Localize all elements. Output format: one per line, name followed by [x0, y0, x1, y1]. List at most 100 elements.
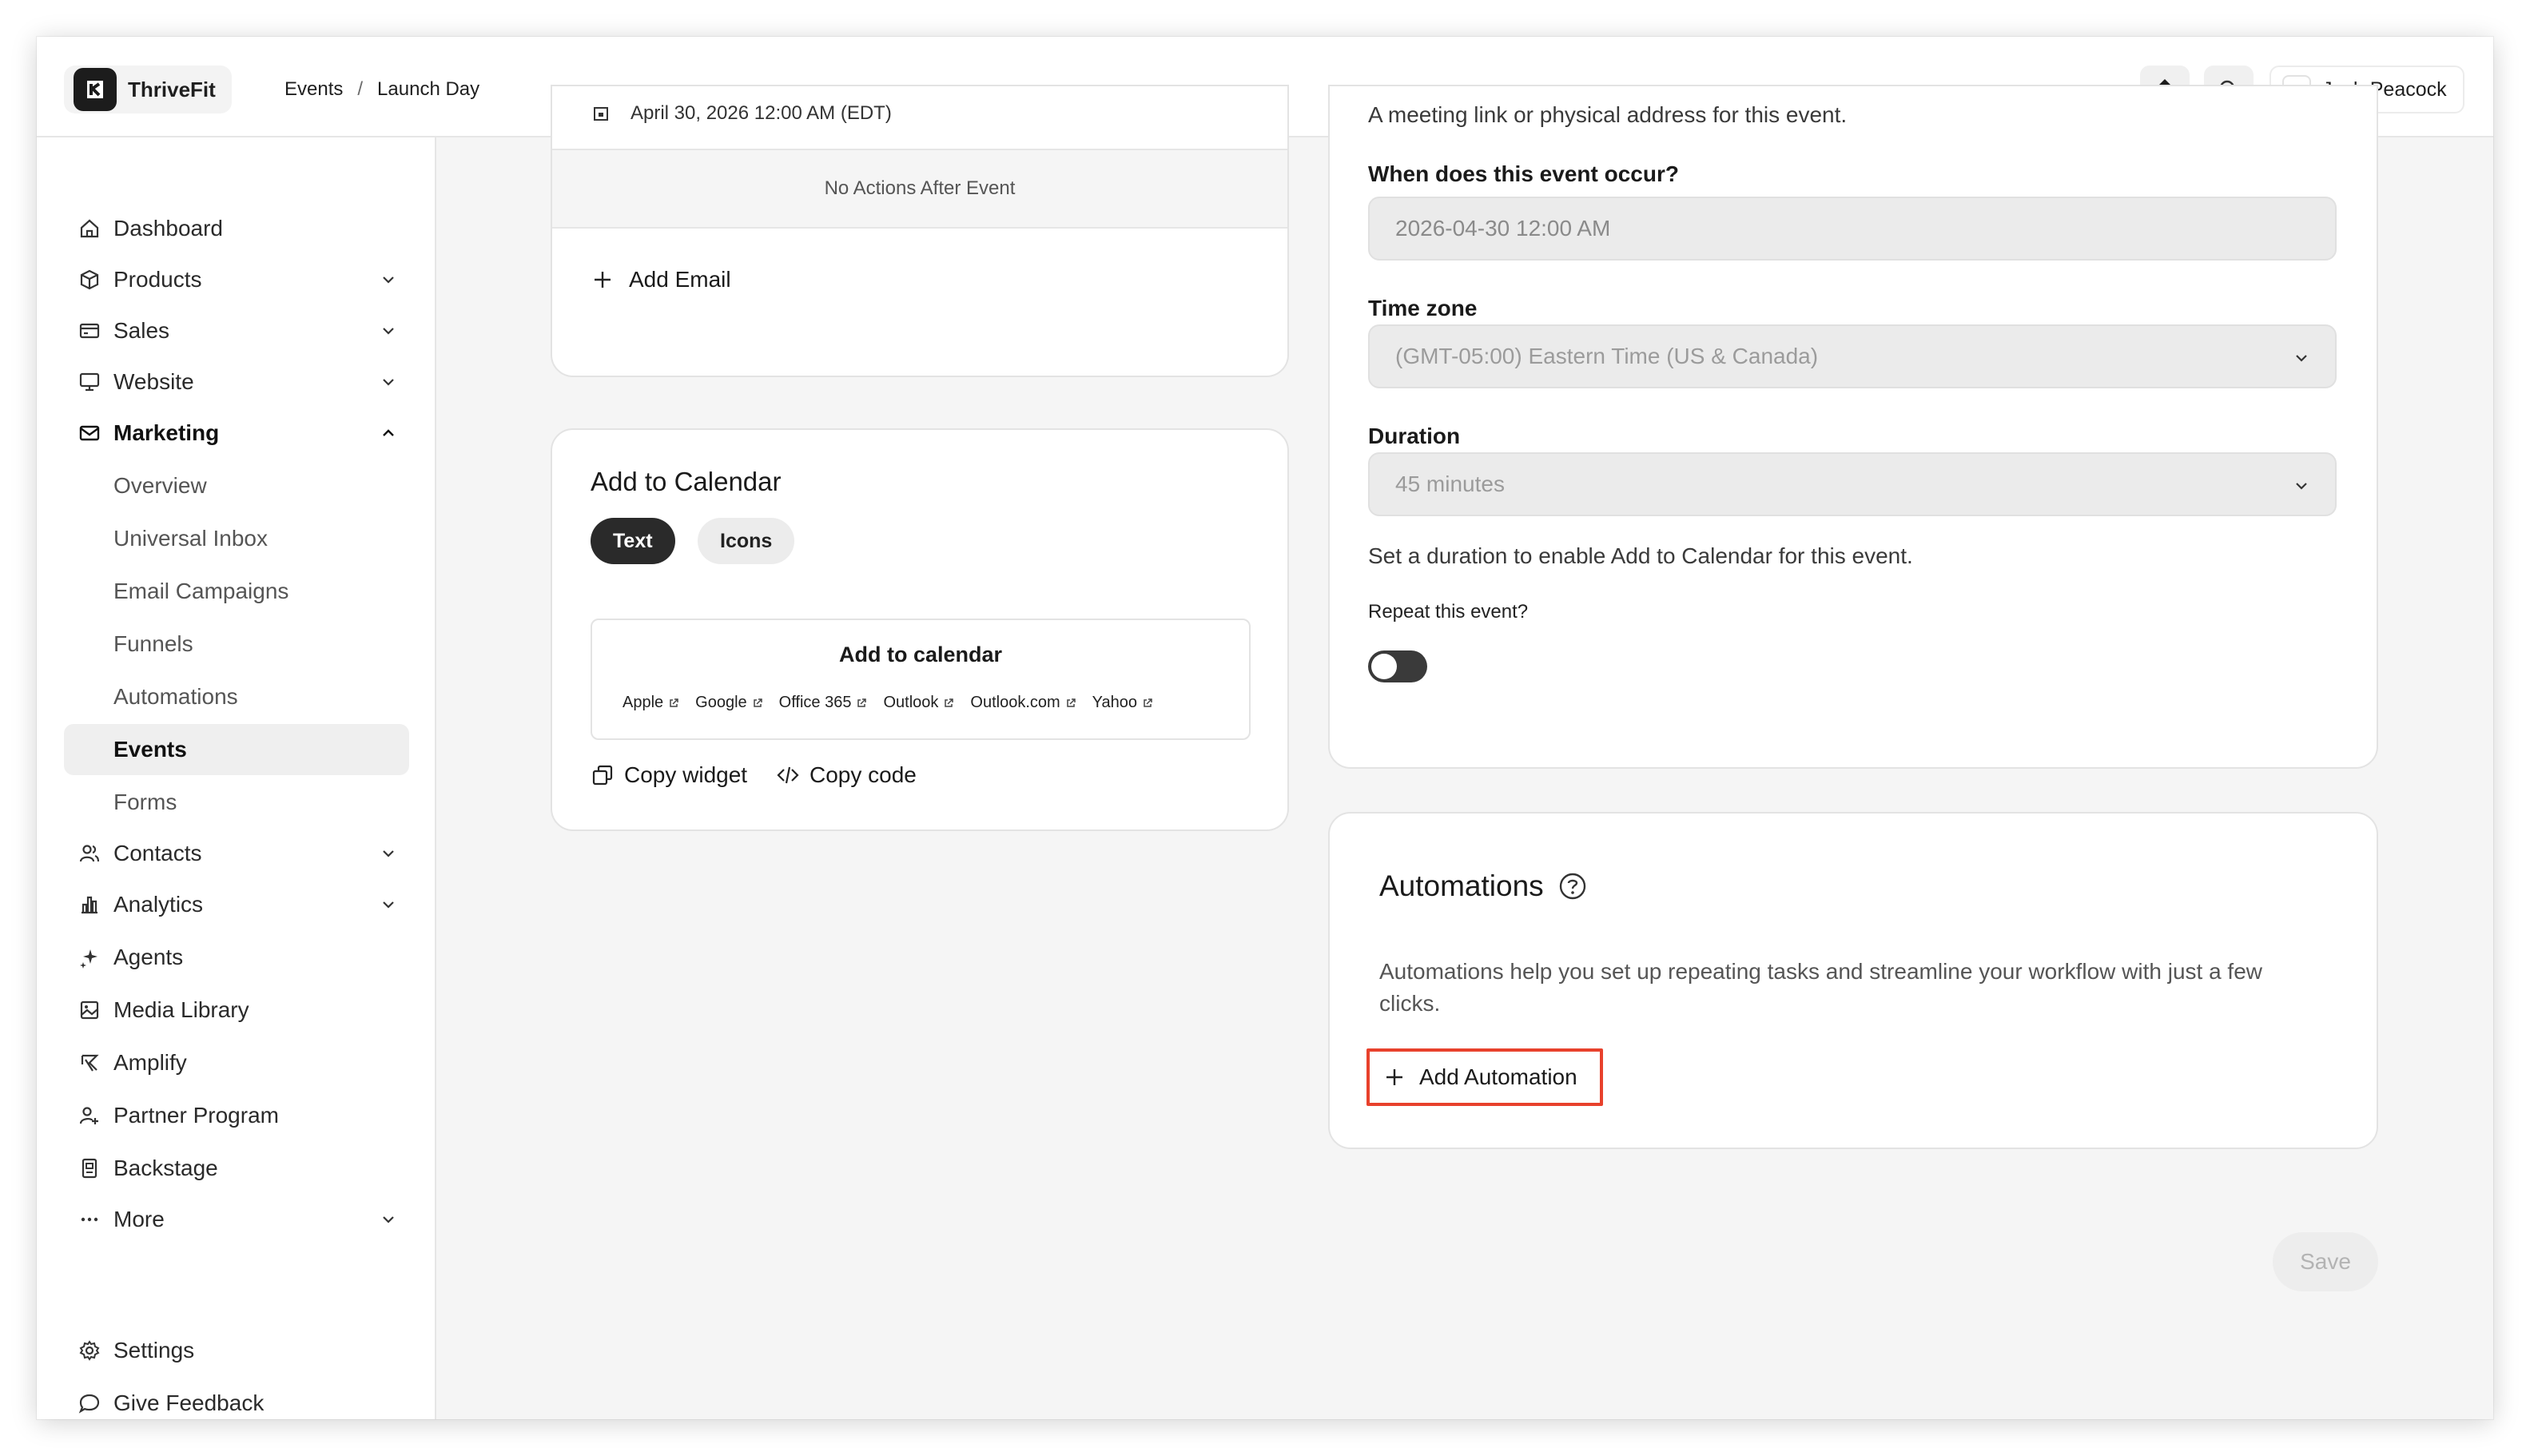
automations-header: Automations — [1379, 869, 1587, 903]
event-datetime-value: 2026-04-30 12:00 AM — [1395, 216, 1611, 241]
add-automation-button[interactable]: Add Automation — [1366, 1048, 1603, 1106]
event-date-text: April 30, 2026 12:00 AM (EDT) — [631, 102, 892, 124]
widget-title: Add to calendar — [838, 642, 1003, 666]
provider-link-apple[interactable]: Apple — [623, 694, 679, 712]
breadcrumb-events[interactable]: Events — [284, 78, 343, 101]
save-button[interactable]: Save — [2273, 1232, 2378, 1291]
box-icon — [80, 269, 99, 290]
repeat-label: Repeat this event? — [1368, 601, 1529, 623]
sidebar-item-label: Funnels — [113, 631, 193, 656]
chevron-down-icon — [383, 1216, 394, 1223]
sidebar-item-universal-inbox[interactable]: Universal Inbox — [64, 513, 409, 564]
copy-widget-button[interactable]: Copy widget — [591, 762, 747, 788]
sidebar-item-label: Marketing — [113, 420, 220, 445]
sidebar-item-label: Give Feedback — [113, 1390, 265, 1415]
copy-icon — [592, 765, 613, 786]
duration-help-text: Set a duration to enable Add to Calendar… — [1368, 543, 1913, 568]
bar-chart-icon — [82, 896, 97, 914]
repeat-toggle[interactable] — [1368, 650, 1427, 682]
sidebar-item-analytics[interactable]: Analytics — [64, 879, 409, 930]
tab-text[interactable]: Text — [591, 518, 675, 564]
mail-icon — [79, 425, 100, 441]
home-icon — [80, 219, 99, 238]
chat-bubble-icon — [78, 1394, 100, 1414]
calendar-icon — [594, 107, 608, 121]
sidebar-item-dashboard[interactable]: Dashboard — [64, 203, 409, 254]
sidebar-item-website[interactable]: Website — [64, 356, 409, 408]
sidebar-item-partner-program[interactable]: Partner Program — [64, 1090, 409, 1141]
sidebar-item-label: Dashboard — [113, 216, 223, 241]
sidebar-item-forms[interactable]: Forms — [64, 777, 409, 828]
breadcrumb-separator: / — [357, 78, 364, 100]
plus-icon — [595, 272, 611, 288]
external-link-icon — [1144, 698, 1152, 707]
provider-link-yahoo[interactable]: Yahoo — [1092, 694, 1153, 712]
provider-link-outlook-com[interactable]: Outlook.com — [970, 694, 1076, 712]
no-actions-row: No Actions After Event — [552, 149, 1287, 229]
sidebar-item-contacts[interactable]: Contacts — [64, 828, 409, 879]
brand-switcher[interactable]: ThriveFit — [64, 66, 232, 113]
sidebar-item-marketing[interactable]: Marketing — [64, 408, 409, 459]
tab-icons[interactable]: Icons — [698, 518, 795, 564]
chevron-down-icon — [2296, 355, 2307, 362]
provider-link-google[interactable]: Google — [695, 694, 763, 712]
copy-code-button[interactable]: Copy code — [776, 762, 917, 788]
duration-select[interactable]: 45 minutes — [1368, 452, 2337, 516]
email-actions-card: April 30, 2026 12:00 AM (EDT) No Actions… — [551, 85, 1289, 377]
automations-desc-line: Automations help you set up repeating ta… — [1379, 959, 2263, 984]
external-link-icon — [857, 698, 867, 707]
brand-logo-icon — [74, 68, 117, 111]
add-email-button[interactable]: Add Email — [592, 267, 731, 292]
sidebar-item-sales[interactable]: Sales — [64, 305, 409, 356]
plus-icon — [1386, 1069, 1402, 1085]
sidebar-item-label: More — [113, 1207, 165, 1231]
sidebar-item-agents[interactable]: Agents — [64, 932, 409, 983]
chevron-up-icon — [383, 429, 394, 436]
timezone-label: Time zone — [1368, 296, 1478, 320]
add-automation-label: Add Automation — [1419, 1064, 1577, 1089]
chevron-down-icon — [383, 850, 394, 857]
sidebar-item-label: Partner Program — [113, 1103, 279, 1128]
sidebar-item-email-campaigns[interactable]: Email Campaigns — [64, 566, 409, 617]
sidebar-item-funnels[interactable]: Funnels — [64, 619, 409, 670]
sidebar-item-products[interactable]: Products — [64, 254, 409, 305]
code-icon — [777, 766, 799, 784]
sidebar-item-automations[interactable]: Automations — [64, 671, 409, 722]
event-datetime-input[interactable]: 2026-04-30 12:00 AM — [1368, 197, 2337, 261]
sidebar-item-label: Overview — [113, 473, 207, 498]
sidebar-item-events[interactable]: Events — [64, 724, 409, 775]
provider-link-outlook[interactable]: Outlook — [883, 694, 954, 712]
duration-value: 45 minutes — [1395, 471, 1505, 496]
monitor-icon — [79, 372, 100, 392]
provider-link-office365[interactable]: Office 365 — [779, 694, 868, 712]
sidebar-item-label: Automations — [113, 684, 238, 709]
sparkle-icon — [80, 949, 97, 969]
dots-icon — [81, 1217, 98, 1222]
add-to-calendar-card: Add to Calendar Text Icons Add to calend… — [551, 428, 1289, 831]
breadcrumb-current: Launch Day — [377, 78, 480, 100]
brand-name: ThriveFit — [128, 77, 216, 101]
event-date-row: April 30, 2026 12:00 AM (EDT) — [592, 102, 892, 125]
chevron-down-icon — [383, 901, 394, 909]
sidebar-item-amplify[interactable]: Amplify — [64, 1037, 409, 1088]
sidebar-item-label: Products — [113, 267, 202, 292]
timezone-select[interactable]: (GMT-05:00) Eastern Time (US & Canada) — [1368, 324, 2337, 388]
location-help-text: A meeting link or physical address for t… — [1368, 102, 1848, 127]
chevron-down-icon — [383, 379, 394, 386]
automations-title: Automations — [1379, 869, 1544, 902]
sidebar-item-settings[interactable]: Settings — [64, 1325, 409, 1376]
timezone-value: (GMT-05:00) Eastern Time (US & Canada) — [1395, 344, 1819, 368]
sidebar-item-label: Contacts — [113, 841, 202, 865]
automations-desc-line: clicks. — [1379, 991, 1441, 1016]
sidebar-item-media-library[interactable]: Media Library — [64, 985, 409, 1036]
sidebar-item-label: Forms — [113, 790, 177, 814]
external-link-icon — [1066, 698, 1076, 707]
sidebar-item-backstage[interactable]: Backstage — [64, 1143, 409, 1194]
sidebar-item-overview[interactable]: Overview — [64, 460, 409, 511]
sidebar-item-give-feedback[interactable]: Give Feedback — [64, 1378, 409, 1419]
no-actions-text: No Actions After Event — [824, 177, 1016, 199]
sidebar-item-more[interactable]: More — [64, 1194, 409, 1245]
badge-icon — [82, 1158, 97, 1179]
sidebar-item-label: Universal Inbox — [113, 526, 268, 551]
calendar-card-title: Add to Calendar — [591, 467, 782, 496]
